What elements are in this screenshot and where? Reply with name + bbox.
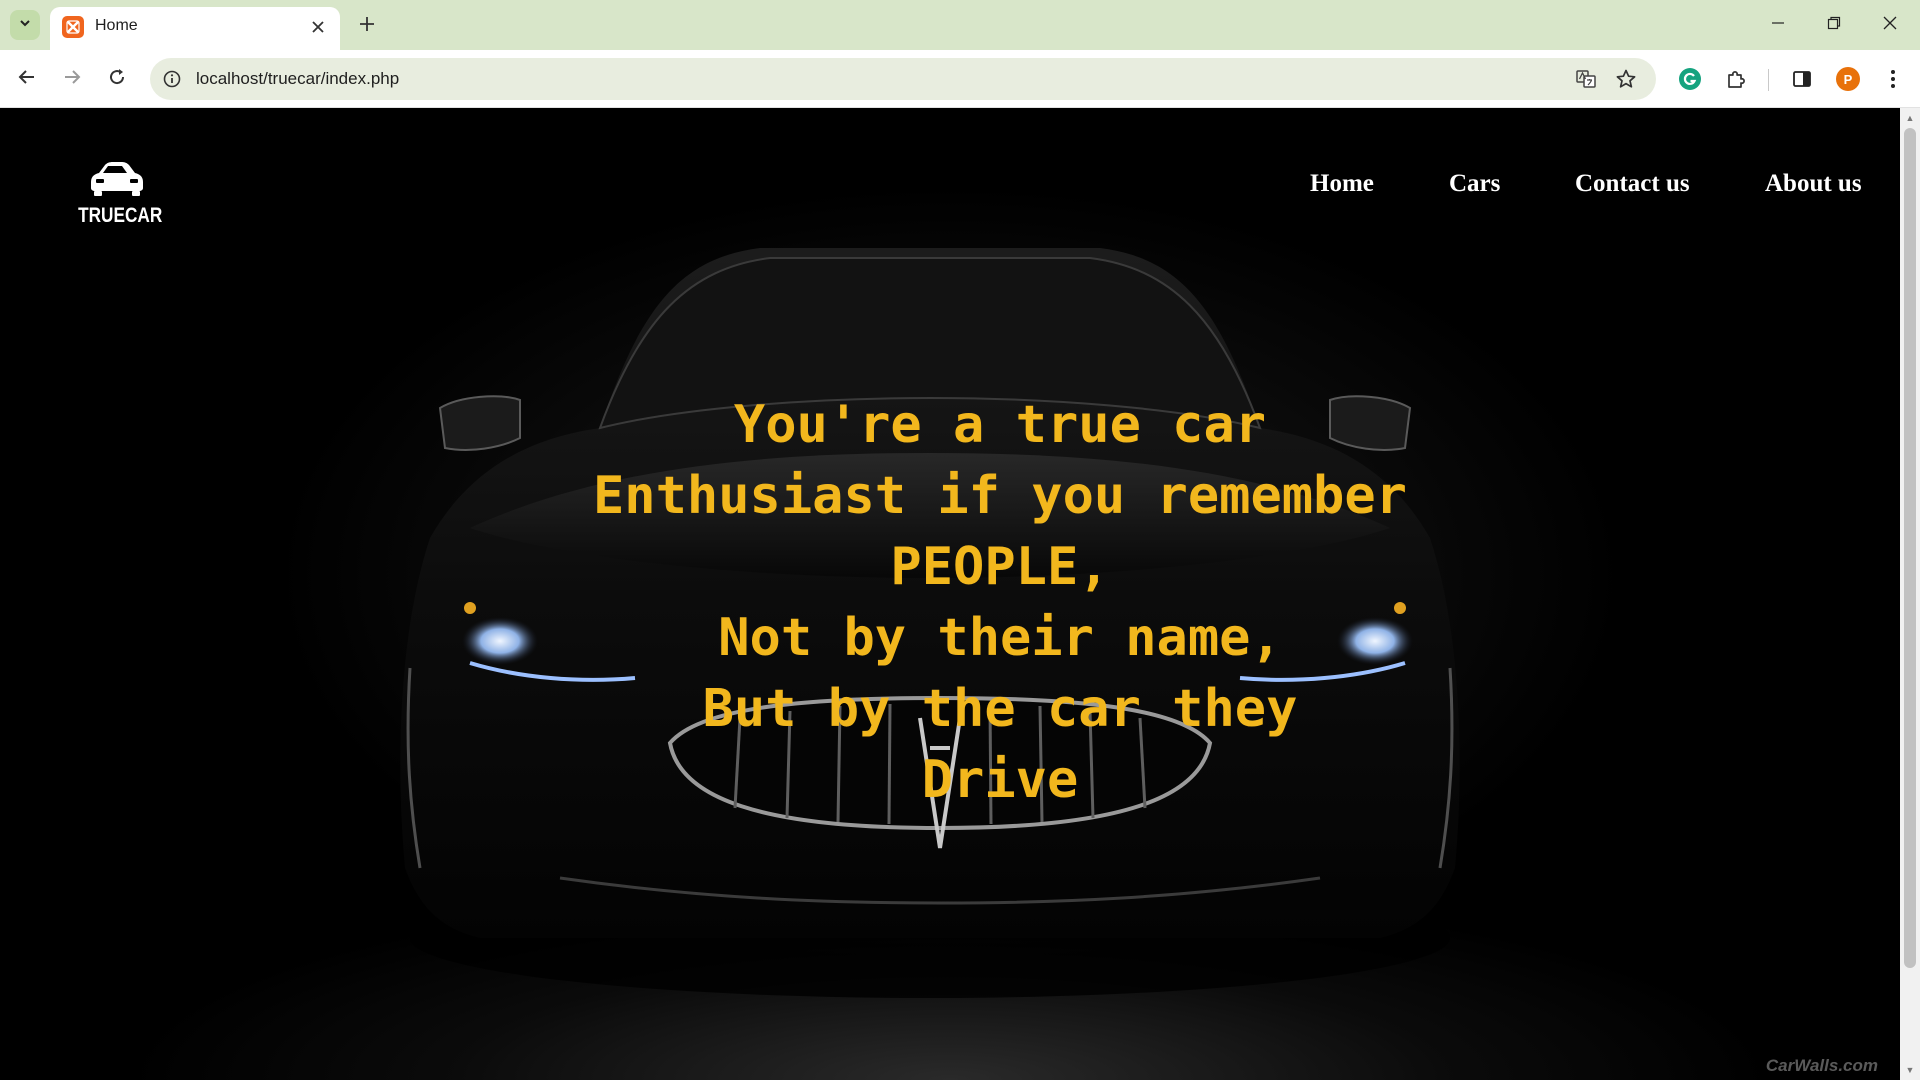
kebab-menu-icon[interactable] (1877, 63, 1909, 95)
side-panel-icon[interactable] (1786, 63, 1818, 95)
browser-toolbar: localhost/truecar/index.php P (0, 50, 1920, 108)
site-logo[interactable]: TRUECAR (70, 160, 163, 230)
hero-line: Enthusiast if you remember (593, 466, 1407, 526)
browser-tab-active[interactable]: Home (50, 7, 340, 50)
close-window-button[interactable] (1862, 0, 1918, 50)
close-icon (1883, 16, 1897, 35)
reload-button[interactable] (100, 62, 134, 96)
toolbar-divider (1768, 69, 1769, 91)
arrow-right-icon (62, 67, 82, 92)
reload-icon (107, 67, 127, 92)
car-icon (85, 160, 145, 201)
hero-line: You're a true car (733, 395, 1267, 455)
info-icon[interactable] (160, 67, 184, 91)
page-viewport: TRUECAR Home Cars Contact us About us Yo… (0, 108, 1900, 1080)
minimize-icon (1771, 16, 1785, 35)
logo-text: TRUECAR (78, 204, 163, 227)
scroll-up-icon[interactable]: ▲ (1904, 112, 1916, 124)
puzzle-icon[interactable] (1720, 63, 1752, 95)
hero-line: But by the car they (702, 679, 1298, 739)
translate-icon[interactable] (1572, 65, 1600, 93)
xampp-icon (62, 16, 84, 38)
hero-line: Not by their name, (718, 608, 1282, 668)
url-text[interactable]: localhost/truecar/index.php (196, 69, 399, 89)
grammarly-icon[interactable] (1674, 63, 1706, 95)
nav-contact-link[interactable]: Contact us (1575, 170, 1690, 198)
minimize-button[interactable] (1750, 0, 1806, 50)
hero-line: Drive (921, 750, 1079, 810)
nav-cars-link[interactable]: Cars (1449, 170, 1500, 198)
scrollbar-thumb[interactable] (1904, 128, 1916, 968)
back-button[interactable] (10, 62, 44, 96)
star-icon[interactable] (1612, 65, 1640, 93)
chevron-down-icon (18, 16, 32, 35)
page-scrollbar[interactable]: ▲ ▼ (1900, 108, 1920, 1080)
forward-button[interactable] (55, 62, 89, 96)
tab-search-button[interactable] (10, 10, 40, 40)
close-icon[interactable] (306, 15, 330, 39)
address-bar[interactable]: localhost/truecar/index.php (150, 58, 1656, 100)
hero-quote: You're a true car Enthusiast if you reme… (500, 390, 1500, 816)
nav-about-link[interactable]: About us (1765, 170, 1862, 198)
tab-title: Home (95, 17, 138, 34)
new-tab-button[interactable] (352, 10, 382, 40)
scroll-down-icon[interactable]: ▼ (1904, 1064, 1916, 1076)
hero-line: PEOPLE, (890, 537, 1110, 597)
nav-home-link[interactable]: Home (1310, 170, 1374, 198)
plus-icon (359, 11, 375, 39)
restore-button[interactable] (1806, 0, 1862, 50)
image-watermark: CarWalls.com (1765, 1056, 1878, 1075)
arrow-left-icon (17, 67, 37, 92)
restore-icon (1827, 16, 1841, 35)
browser-tab-strip: Home (0, 0, 1920, 50)
avatar[interactable]: P (1836, 67, 1860, 91)
